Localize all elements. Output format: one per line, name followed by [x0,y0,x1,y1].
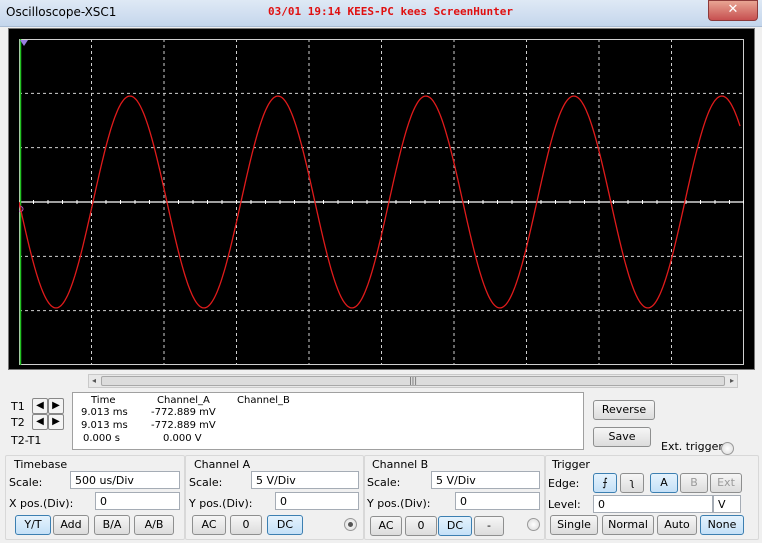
falling-edge-button[interactable]: ʅ [620,473,644,493]
t2-t1-time: 0.000 s [83,433,121,444]
close-icon: ✕ [727,2,739,17]
t1-time: 9.013 ms [81,407,128,418]
channel-b-dc-button[interactable]: DC [438,516,472,536]
t1-channel-a: -772.889 mV [151,407,216,418]
normal-mode-button[interactable]: Normal [602,515,654,535]
t2-t1-label: T2-T1 [11,434,42,447]
t2-time: 9.013 ms [81,420,128,431]
title-bar[interactable]: Oscilloscope-XSC1 03/01 19:14 KEES-PC ke… [0,0,762,27]
scope-plot [19,39,744,365]
channel-a-scale-field[interactable]: 5 V/Div [251,471,359,489]
close-button[interactable]: ✕ [708,0,758,21]
falling-edge-icon: ʅ [629,476,635,489]
header-channel-a: Channel_A [157,395,210,406]
arrow-left-icon: ◀ [36,400,44,411]
t2-label: T2 [11,416,25,429]
horizontal-scrollbar[interactable]: ◂ ||| ▸ [88,374,738,388]
scroll-thumb[interactable]: ||| [101,376,725,386]
auto-mode-button[interactable]: Auto [657,515,697,535]
t2-t1-channel-a: 0.000 V [163,433,202,444]
arrow-right-icon: ▶ [52,416,60,427]
channel-b-minus-button[interactable]: - [474,516,504,536]
channel-a-terminal[interactable] [344,518,357,531]
trigger-title: Trigger [552,458,590,471]
t1-label: T1 [11,400,25,413]
scroll-right-arrow-icon[interactable]: ▸ [727,375,737,387]
ext-trigger-terminal[interactable] [721,442,734,455]
reverse-button[interactable]: Reverse [593,400,655,420]
channel-a-dc-button[interactable]: DC [267,515,303,535]
window-title: Oscilloscope-XSC1 [6,5,117,19]
channel-b-terminal[interactable] [527,518,540,531]
ab-mode-button[interactable]: A/B [134,515,174,535]
timebase-xpos-label: X pos.(Div): [9,497,74,510]
timebase-scale-label: Scale: [9,476,43,489]
trigger-source-ext-button[interactable]: Ext [710,473,742,493]
arrow-right-icon: ▶ [52,400,60,411]
add-mode-button[interactable]: Add [53,515,89,535]
t2-right-button[interactable]: ▶ [48,414,64,430]
channel-b-ypos-field[interactable]: 0 [455,492,540,510]
oscilloscope-window: Oscilloscope-XSC1 03/01 19:14 KEES-PC ke… [0,0,762,543]
arrow-left-icon: ◀ [36,416,44,427]
scope-display [8,28,755,370]
scroll-left-arrow-icon[interactable]: ◂ [89,375,99,387]
trigger-edge-label: Edge: [548,477,580,490]
timebase-xpos-field[interactable]: 0 [95,492,180,510]
timebase-scale-field[interactable]: 500 us/Div [70,471,180,489]
t1-right-button[interactable]: ▶ [48,398,64,414]
channel-a-title: Channel A [194,458,251,471]
channel-a-ypos-label: Y pos.(Div): [189,497,253,510]
channel-b-zero-button[interactable]: 0 [405,516,437,536]
trigger-source-b-button[interactable]: B [680,473,708,493]
trigger-level-unit[interactable]: V [713,495,741,513]
channel-a-scale-label: Scale: [189,476,223,489]
channel-a-ac-button[interactable]: AC [192,515,226,535]
t2-left-button[interactable]: ◀ [32,414,48,430]
ba-mode-button[interactable]: B/A [94,515,130,535]
channel-b-title: Channel B [372,458,429,471]
channel-b-scale-field[interactable]: 5 V/Div [431,471,540,489]
screenhunter-overlay-text: 03/01 19:14 KEES-PC kees ScreenHunter [268,5,514,18]
rising-edge-button[interactable]: ⨍ [593,473,617,493]
single-mode-button[interactable]: Single [550,515,598,535]
trigger-source-a-button[interactable]: A [650,473,678,493]
channel-b-ypos-label: Y pos.(Div): [367,497,431,510]
header-time: Time [91,395,116,406]
header-channel-b: Channel_B [237,395,290,406]
channel-a-zero-button[interactable]: 0 [230,515,262,535]
rising-edge-icon: ⨍ [602,476,608,489]
trigger-level-label: Level: [548,498,581,511]
t2-channel-a: -772.889 mV [151,420,216,431]
none-mode-button[interactable]: None [700,515,744,535]
channel-a-ypos-field[interactable]: 0 [275,492,359,510]
ext-trigger-label: Ext. trigger [661,440,723,453]
yt-mode-button[interactable]: Y/T [15,515,51,535]
measurement-table: Time Channel_A Channel_B 9.013 ms -772.8… [72,392,584,450]
channel-b-ac-button[interactable]: AC [370,516,402,536]
channel-b-scale-label: Scale: [367,476,401,489]
save-button[interactable]: Save [593,427,651,447]
t1-left-button[interactable]: ◀ [32,398,48,414]
trigger-level-field[interactable]: 0 [593,495,713,513]
timebase-title: Timebase [14,458,68,471]
